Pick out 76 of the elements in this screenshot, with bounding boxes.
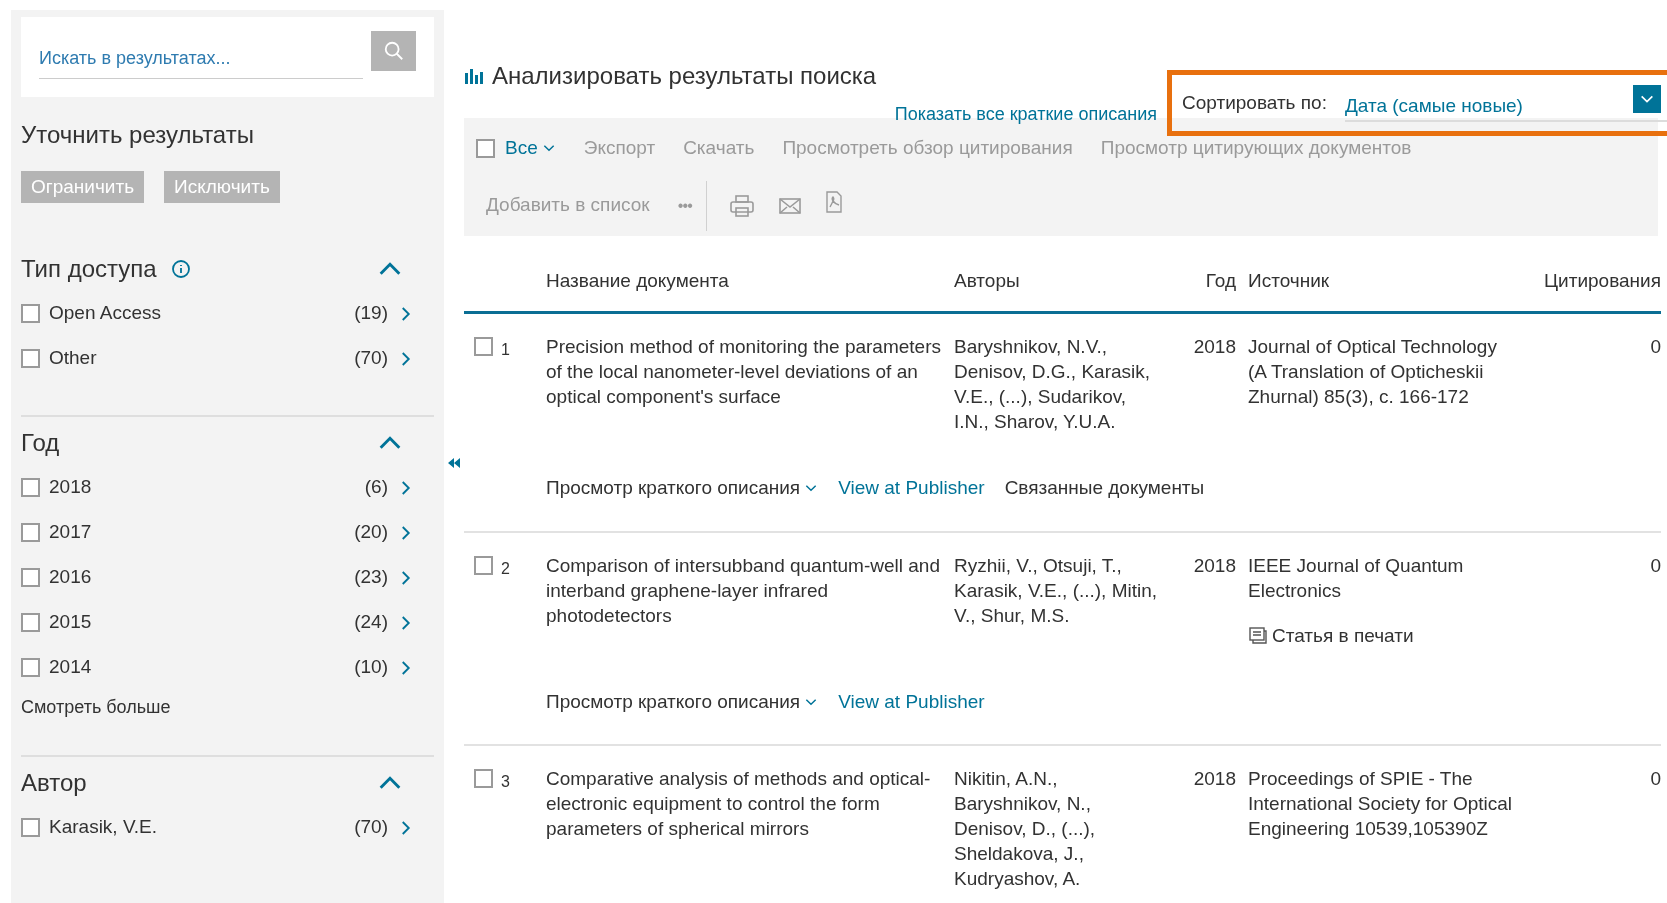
print-icon[interactable] [729, 193, 756, 218]
row-number: 3 [501, 772, 510, 792]
checkbox[interactable] [21, 349, 40, 368]
filter-option[interactable]: 2017 [49, 518, 92, 547]
document-icon [1248, 625, 1268, 645]
column-header[interactable]: Авторы [954, 266, 1164, 295]
checkbox[interactable] [476, 138, 495, 158]
row-number: 1 [501, 340, 510, 360]
see-more-link[interactable]: Смотреть больше [21, 694, 171, 721]
info-icon [170, 259, 191, 279]
year-cell-text: 2018 [1192, 335, 1236, 359]
related-documents-link[interactable]: Связанные документы [1004, 474, 1205, 503]
filter-count: (70) [354, 815, 388, 840]
column-header[interactable]: Источник [1248, 266, 1518, 295]
checkbox[interactable] [21, 658, 40, 677]
filter-count: (19) [354, 301, 388, 326]
abstract-toggle[interactable]: Просмотр краткого описания [546, 474, 819, 503]
filter-option[interactable]: Karasik, V.E. [49, 813, 158, 842]
publisher-link[interactable]: View at Publisher [838, 687, 985, 716]
source-cell-text: Journal of Optical Technology (A Translation of Opticheskii Zhurnal) 85(3), с. 166-172 [1248, 335, 1498, 409]
column-header[interactable]: Цитирования [1530, 266, 1661, 295]
filter-count: (24) [354, 610, 388, 635]
checkbox[interactable] [474, 769, 493, 788]
filter-count: (70) [354, 346, 388, 371]
in-press-label: Статья в печати [1272, 623, 1414, 648]
checkbox[interactable] [474, 337, 493, 356]
filter-option[interactable]: 2015 [49, 608, 92, 637]
authors-cell-text: Nikitin, A.N., Baryshnikov, N., Denisov, D., (...), Sheldakova, J., Kudryashov, A. [954, 767, 1097, 891]
bar-chart-icon [464, 67, 484, 85]
abstract-toggle[interactable]: Просмотр краткого описания [546, 687, 819, 716]
filter-count: (6) [364, 475, 388, 500]
section-title: Тип доступа [21, 254, 157, 284]
year-cell-text: 2018 [1192, 553, 1236, 578]
filter-option[interactable]: 2014 [49, 653, 92, 682]
select-all-dropdown[interactable]: Все [505, 134, 556, 163]
source-cell-text: Proceedings of SPIE - The International Society for Optical Engineering 10539,105390Z [1248, 767, 1514, 841]
checkbox[interactable] [21, 523, 40, 542]
checkbox[interactable] [474, 555, 493, 575]
pdf-icon[interactable] [825, 190, 844, 213]
search-button[interactable] [371, 31, 416, 71]
column-header[interactable]: Название документа [546, 266, 942, 295]
filter-count: (20) [354, 520, 388, 545]
filter-option[interactable]: Other [49, 344, 97, 373]
filter-option[interactable]: 2016 [49, 563, 92, 592]
publisher-link[interactable]: View at Publisher [838, 474, 985, 503]
show-all-abstracts-link[interactable]: Показать все краткие описания [894, 101, 1157, 128]
section-title: Год [21, 428, 60, 458]
search-bar[interactable]: Искать в результатах... [21, 17, 434, 97]
checkbox[interactable] [21, 304, 40, 323]
column-header[interactable]: Год [1176, 266, 1236, 295]
mail-icon[interactable] [779, 196, 802, 215]
filter-option[interactable]: 2018 [49, 473, 92, 502]
filter-option[interactable]: Open Access [49, 299, 161, 328]
sort-label: Сортировать по: [1182, 90, 1327, 115]
analyze-results-link[interactable]: Анализировать результаты поиска [492, 58, 877, 94]
section-title: Автор [21, 768, 87, 798]
checkbox[interactable] [21, 478, 40, 497]
search-icon [382, 40, 405, 62]
citations-cell-text: 0 [1649, 553, 1661, 578]
row-number: 2 [501, 558, 510, 579]
authors-cell-text: Ryzhii, V., Otsuji, T., Karasik, V.E., (...), Mitin, V., Shur, M.S. [954, 553, 1159, 628]
document-title[interactable]: Precision method of monitoring the parameters of the local nanometer-level deviations of an optical component's surface [546, 334, 942, 434]
checkbox[interactable] [21, 818, 40, 837]
filter-count: (10) [354, 655, 388, 680]
citations-cell-text: 0 [1649, 767, 1661, 791]
refine-title: Уточнить результаты [21, 120, 255, 150]
checkbox[interactable] [21, 613, 40, 632]
source-cell-text: IEEE Journal of Quantum Electronics [1248, 553, 1465, 603]
year-cell-text: 2018 [1192, 767, 1236, 791]
citations-cell-text: 0 [1649, 335, 1661, 359]
document-title[interactable]: Comparison of intersubband quantum-well and interband graphene-layer infrared photodetectors [546, 552, 942, 648]
filter-count: (23) [354, 565, 388, 590]
document-title[interactable]: Comparative analysis of methods and optical-electronic equipment to control the form parameters of spherical mirrors [546, 766, 942, 891]
checkbox[interactable] [21, 568, 40, 587]
double-chevron-left-icon [447, 456, 461, 470]
authors-cell-text: Baryshnikov, N.V., Denisov, D.G., Karasik, V.E., (...), Sudarikov, I.N., Sharov, Y.U.A. [954, 335, 1152, 434]
